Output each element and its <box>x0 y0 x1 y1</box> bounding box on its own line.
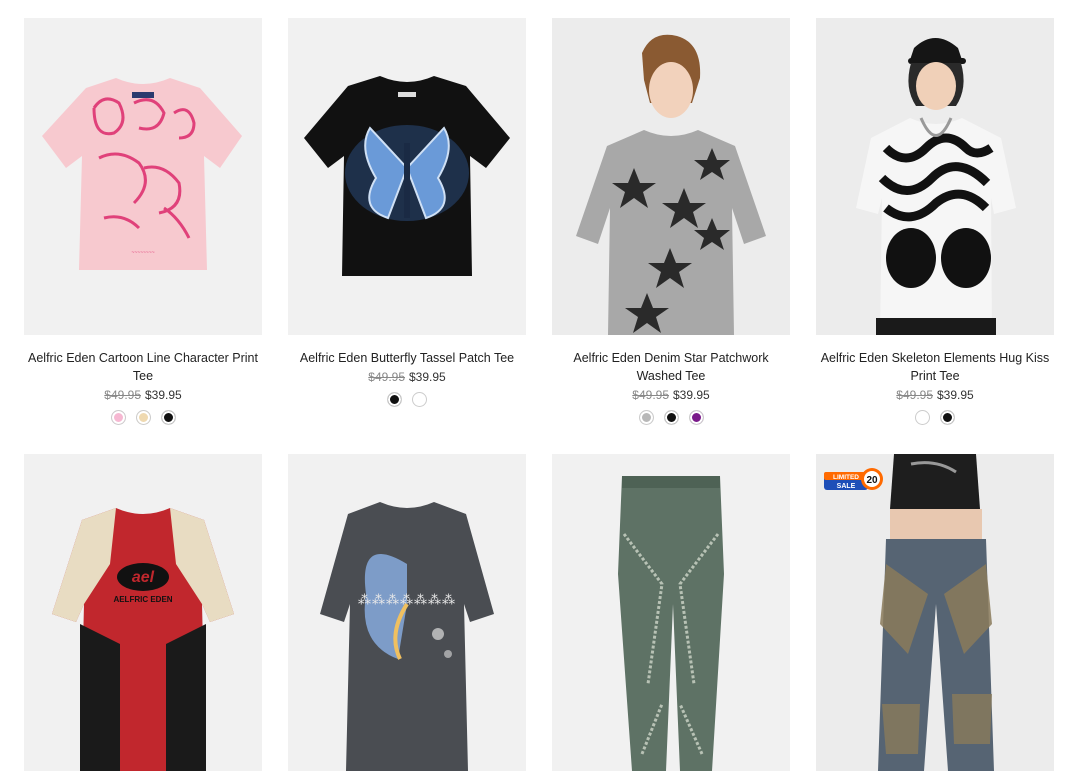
product-price: $49.95 $39.95 <box>816 386 1054 404</box>
color-swatch-pink[interactable] <box>110 410 126 425</box>
sale-price: $39.95 <box>673 388 710 402</box>
original-price: $49.95 <box>896 388 933 402</box>
product-card[interactable]: Aelfric Eden Skeleton Elements Hug Kiss … <box>816 18 1054 454</box>
color-swatch-black[interactable] <box>387 392 402 407</box>
shirt-brand-text: AELFRIC EDEN <box>113 595 172 604</box>
product-image[interactable] <box>552 454 790 771</box>
product-grid: ~~~~~~~~ Aelfric Eden Cartoon Line Chara… <box>24 18 1054 771</box>
product-image[interactable]: ael AELFRIC EDEN <box>24 454 262 771</box>
color-swatch-black[interactable] <box>940 410 955 425</box>
sale-price: $39.95 <box>409 370 446 384</box>
color-swatches <box>816 410 1054 425</box>
limited-sale-badge: LIMITED SALE 20 <box>822 462 888 496</box>
product-image[interactable]: LIMITED SALE 20 <box>816 454 1054 771</box>
svg-text:⁂⁂⁂⁂⁂⁂⁂: ⁂⁂⁂⁂⁂⁂⁂ <box>358 593 456 608</box>
original-price: $49.95 <box>104 388 141 402</box>
original-price: $49.95 <box>368 370 405 384</box>
product-image[interactable] <box>552 18 790 335</box>
product-card[interactable]: LIMITED SALE 20 <box>816 454 1054 771</box>
original-price: $49.95 <box>632 388 669 402</box>
color-swatch-white[interactable] <box>915 410 930 425</box>
product-card[interactable] <box>552 454 790 771</box>
product-image[interactable] <box>816 18 1054 335</box>
product-title[interactable]: Aelfric Eden Skeleton Elements Hug Kiss … <box>816 349 1054 385</box>
color-swatch-purple[interactable] <box>688 410 704 425</box>
color-swatch-apricot[interactable] <box>135 410 151 425</box>
shirt-logo-text: ael <box>132 569 155 586</box>
product-title[interactable]: Aelfric Eden Denim Star Patchwork Washed… <box>552 349 790 385</box>
product-image[interactable] <box>288 18 526 335</box>
color-swatch-black[interactable] <box>160 410 176 425</box>
product-price: $49.95 $39.95 <box>24 386 262 404</box>
product-price: $49.95 $39.95 <box>288 368 526 386</box>
color-swatches <box>288 392 526 407</box>
product-card[interactable]: Aelfric Eden Butterfly Tassel Patch Tee … <box>288 18 526 454</box>
product-card[interactable]: ael AELFRIC EDEN <box>24 454 262 771</box>
color-swatches <box>24 410 262 425</box>
product-card[interactable]: ⁂⁂⁂⁂⁂⁂⁂ <box>288 454 526 771</box>
badge-line-2: SALE <box>837 483 856 490</box>
product-image[interactable]: ⁂⁂⁂⁂⁂⁂⁂ <box>288 454 526 771</box>
color-swatch-black[interactable] <box>663 410 679 425</box>
sale-price: $39.95 <box>145 388 182 402</box>
badge-number: 20 <box>866 475 878 486</box>
badge-line-1: LIMITED <box>833 474 859 481</box>
color-swatches <box>552 410 790 425</box>
product-card[interactable]: Aelfric Eden Denim Star Patchwork Washed… <box>552 18 790 454</box>
product-price: $49.95 $39.95 <box>552 386 790 404</box>
sale-price: $39.95 <box>937 388 974 402</box>
product-card[interactable]: ~~~~~~~~ Aelfric Eden Cartoon Line Chara… <box>24 18 262 454</box>
svg-text:~~~~~~~~: ~~~~~~~~ <box>131 250 154 256</box>
color-swatch-white[interactable] <box>412 392 427 407</box>
product-image[interactable]: ~~~~~~~~ <box>24 18 262 335</box>
color-swatch-grey[interactable] <box>638 410 654 425</box>
product-title[interactable]: Aelfric Eden Cartoon Line Character Prin… <box>24 349 262 385</box>
product-title[interactable]: Aelfric Eden Butterfly Tassel Patch Tee <box>288 349 526 367</box>
